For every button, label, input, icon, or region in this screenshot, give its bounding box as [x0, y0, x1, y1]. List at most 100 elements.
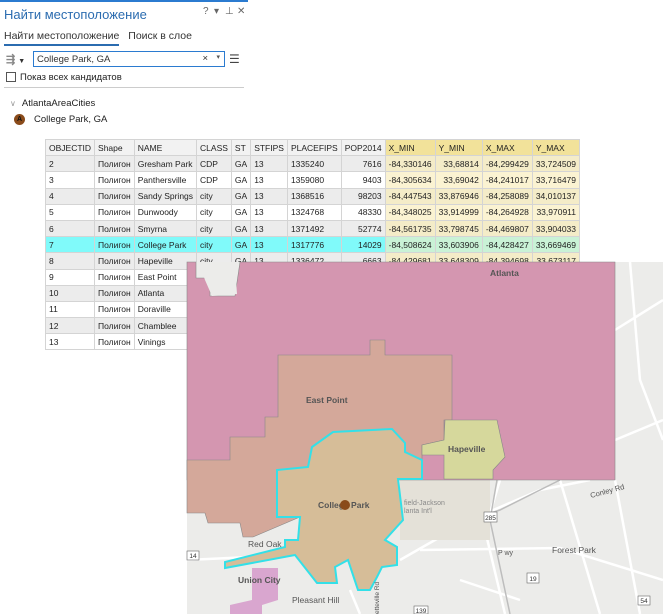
- cell-x_max[interactable]: -84,394698: [481, 252, 533, 270]
- cell-y_max[interactable]: 33,673117: [531, 252, 581, 270]
- cell-objectid[interactable]: 2: [44, 155, 96, 173]
- menu-icon[interactable]: ☰: [229, 52, 240, 66]
- table-row[interactable]: 11 Полигон Doraville: [44, 300, 581, 319]
- cell-y_min[interactable]: 33,876946: [434, 187, 483, 205]
- cell-y_min[interactable]: 33,68814: [434, 155, 483, 173]
- cell-objectid[interactable]: 9: [44, 268, 96, 286]
- cell-y_max[interactable]: [531, 268, 581, 286]
- table-row[interactable]: 4 Полигон Sandy Springs city GA 13 1368516 9820…: [44, 187, 581, 205]
- cell-class[interactable]: [196, 300, 232, 319]
- cell-x_min[interactable]: [384, 284, 436, 302]
- cell-shape[interactable]: Полигон: [94, 171, 135, 189]
- cell-x_max[interactable]: [481, 300, 533, 319]
- cell-y_min[interactable]: [434, 284, 483, 302]
- column-header-objectid[interactable]: OBJECTID: [44, 138, 96, 157]
- cell-stfips[interactable]: 13: [250, 219, 288, 238]
- column-header-y_max[interactable]: Y_MAX: [531, 138, 581, 157]
- table-row[interactable]: 9 Полигон East Point: [44, 268, 581, 286]
- cell-y_max[interactable]: 33,716479: [531, 171, 581, 189]
- cell-pop2014[interactable]: [340, 268, 386, 286]
- cell-y_min[interactable]: [434, 268, 483, 286]
- cell-class[interactable]: city: [196, 252, 232, 270]
- cell-class[interactable]: [196, 284, 232, 302]
- cell-st[interactable]: [230, 333, 252, 351]
- cell-pop2014[interactable]: 6663: [340, 252, 386, 270]
- cell-placefips[interactable]: 1335240: [286, 155, 342, 173]
- search-input[interactable]: College Park, GA × ▾: [33, 51, 225, 67]
- cell-stfips[interactable]: [250, 268, 288, 286]
- cell-name[interactable]: Panthersville: [133, 171, 198, 189]
- cell-st[interactable]: [230, 300, 252, 319]
- column-header-stfips[interactable]: STFIPS: [250, 138, 288, 157]
- cell-name[interactable]: Hapeville: [133, 252, 198, 270]
- column-header-name[interactable]: NAME: [133, 138, 198, 157]
- cell-x_min[interactable]: -84,330146: [384, 155, 436, 173]
- cell-objectid[interactable]: 13: [44, 333, 96, 351]
- cell-y_min[interactable]: 33,798745: [434, 219, 483, 238]
- cell-st[interactable]: GA: [230, 171, 252, 189]
- cell-y_min[interactable]: 33,603906: [434, 236, 483, 254]
- cell-x_min[interactable]: [384, 333, 436, 351]
- cell-shape[interactable]: Полигон: [94, 284, 135, 302]
- cell-placefips[interactable]: [286, 268, 342, 286]
- cell-class[interactable]: [196, 317, 232, 335]
- cell-placefips[interactable]: 1324768: [286, 203, 342, 221]
- table-row[interactable]: 6 Полигон Smyrna city GA 13 1371492 52774 -84,56…: [44, 219, 581, 238]
- tab-find-location[interactable]: Найти местоположение: [4, 30, 120, 46]
- cell-y_min[interactable]: [434, 317, 483, 335]
- cell-y_max[interactable]: [531, 300, 581, 319]
- cell-x_max[interactable]: -84,428427: [481, 236, 533, 254]
- table-row[interactable]: 7 Полигон College Park city GA 13 1317776 14029…: [44, 236, 581, 254]
- cell-objectid[interactable]: 4: [44, 187, 96, 205]
- cell-objectid[interactable]: 10: [44, 284, 96, 302]
- cell-objectid[interactable]: 7: [44, 236, 96, 254]
- show-all-checkbox[interactable]: [6, 72, 16, 82]
- cell-x_max[interactable]: [481, 268, 533, 286]
- cell-placefips[interactable]: [286, 333, 342, 351]
- cell-class[interactable]: city: [196, 236, 232, 254]
- cell-pop2014[interactable]: 52774: [340, 219, 386, 238]
- cell-shape[interactable]: Полигон: [94, 333, 135, 351]
- result-group[interactable]: ∨ AtlantaAreaCities: [10, 98, 95, 109]
- cell-name[interactable]: Gresham Park: [133, 155, 198, 173]
- cell-pop2014[interactable]: [340, 300, 386, 319]
- cell-st[interactable]: GA: [230, 187, 252, 205]
- cell-placefips[interactable]: 1336472: [286, 252, 342, 270]
- table-row[interactable]: 5 Полигон Dunwoody city GA 13 1324768 48330 -84,…: [44, 203, 581, 221]
- cell-placefips[interactable]: [286, 284, 342, 302]
- column-header-placefips[interactable]: PLACEFIPS: [286, 138, 342, 157]
- cell-pop2014[interactable]: 9403: [340, 171, 386, 189]
- close-icon[interactable]: ✕: [237, 6, 245, 17]
- cell-y_min[interactable]: 33,648309: [434, 252, 483, 270]
- cell-stfips[interactable]: [250, 333, 288, 351]
- clear-icon[interactable]: ×: [202, 53, 208, 64]
- cell-pop2014[interactable]: [340, 333, 386, 351]
- cell-x_min[interactable]: -84,447543: [384, 187, 436, 205]
- cell-x_min[interactable]: -84,508624: [384, 236, 436, 254]
- cell-x_min[interactable]: [384, 268, 436, 286]
- cell-objectid[interactable]: 3: [44, 171, 96, 189]
- options-dropdown-icon[interactable]: ▾: [214, 6, 219, 17]
- cell-placefips[interactable]: 1359080: [286, 171, 342, 189]
- cell-class[interactable]: [196, 333, 232, 351]
- cell-pop2014[interactable]: 98203: [340, 187, 386, 205]
- column-header-y_min[interactable]: Y_MIN: [434, 138, 483, 157]
- cell-class[interactable]: CDP: [196, 171, 232, 189]
- cell-shape[interactable]: Полигон: [94, 268, 135, 286]
- cell-y_max[interactable]: 33,669469: [531, 236, 581, 254]
- cell-name[interactable]: Chamblee: [133, 317, 198, 335]
- cell-x_min[interactable]: -84,429681: [384, 252, 436, 270]
- table-row[interactable]: 8 Полигон Hapeville city GA 13 1336472 6663 -84,…: [44, 252, 581, 270]
- cell-x_max[interactable]: -84,264928: [481, 203, 533, 221]
- cell-name[interactable]: Atlanta: [133, 284, 198, 302]
- cell-name[interactable]: East Point: [133, 268, 198, 286]
- cell-st[interactable]: GA: [230, 155, 252, 173]
- help-icon[interactable]: ?: [203, 6, 209, 17]
- cell-x_max[interactable]: [481, 333, 533, 351]
- cell-class[interactable]: city: [196, 187, 232, 205]
- result-item[interactable]: A College Park, GA: [14, 114, 107, 125]
- cell-shape[interactable]: Полигон: [94, 300, 135, 319]
- column-header-pop2014[interactable]: POP2014: [340, 138, 386, 157]
- table-row[interactable]: 13 Полигон Vinings: [44, 333, 581, 351]
- location-marker-icon[interactable]: [340, 500, 350, 510]
